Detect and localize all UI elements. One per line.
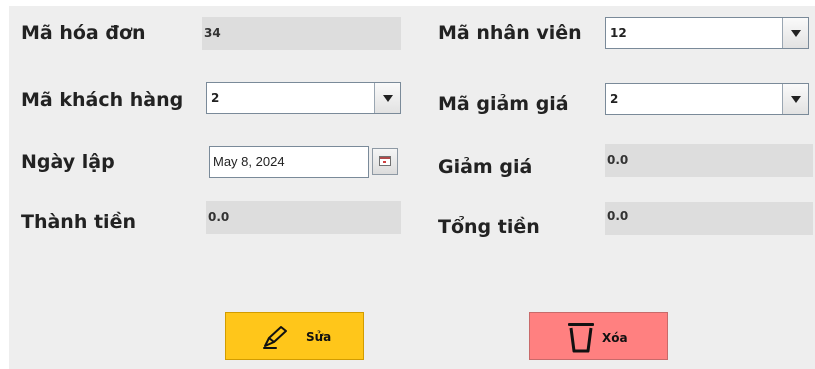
customer-id-label: Mã khách hàng: [21, 89, 184, 111]
discount-label: Giảm giá: [438, 156, 533, 178]
chevron-down-icon[interactable]: [782, 84, 808, 114]
total-field: 0.0: [605, 202, 813, 235]
discount-field: 0.0: [605, 144, 813, 177]
invoice-id-field: 34: [202, 17, 401, 50]
pencil-icon: [263, 326, 287, 349]
chevron-down-icon[interactable]: [374, 83, 400, 113]
invoice-form-panel: [9, 6, 815, 369]
employee-id-select[interactable]: 12: [605, 17, 809, 49]
edit-button-label: Sửa: [306, 330, 332, 344]
trash-icon: [568, 323, 594, 353]
delete-button[interactable]: Xóa: [529, 312, 668, 360]
discount-id-selected-value: 2: [610, 92, 619, 106]
created-date-input[interactable]: May 8, 2024: [209, 146, 369, 178]
employee-id-selected-value: 12: [610, 26, 627, 40]
invoice-id-label: Mã hóa đơn: [21, 22, 146, 44]
customer-id-select[interactable]: 2: [206, 82, 401, 114]
calendar-icon: [379, 156, 391, 166]
subtotal-label: Thành tiền: [21, 211, 136, 233]
discount-id-select[interactable]: 2: [605, 83, 809, 115]
employee-id-label: Mã nhân viên: [438, 22, 582, 44]
chevron-down-icon[interactable]: [782, 18, 808, 48]
edit-button[interactable]: Sửa: [225, 312, 364, 360]
created-date-label: Ngày lập: [21, 151, 115, 173]
discount-id-label: Mã giảm giá: [438, 93, 569, 115]
customer-id-selected-value: 2: [211, 91, 220, 105]
subtotal-field: 0.0: [206, 201, 401, 234]
delete-button-label: Xóa: [602, 331, 628, 345]
total-label: Tổng tiền: [438, 216, 540, 238]
date-picker-button[interactable]: [372, 148, 398, 175]
